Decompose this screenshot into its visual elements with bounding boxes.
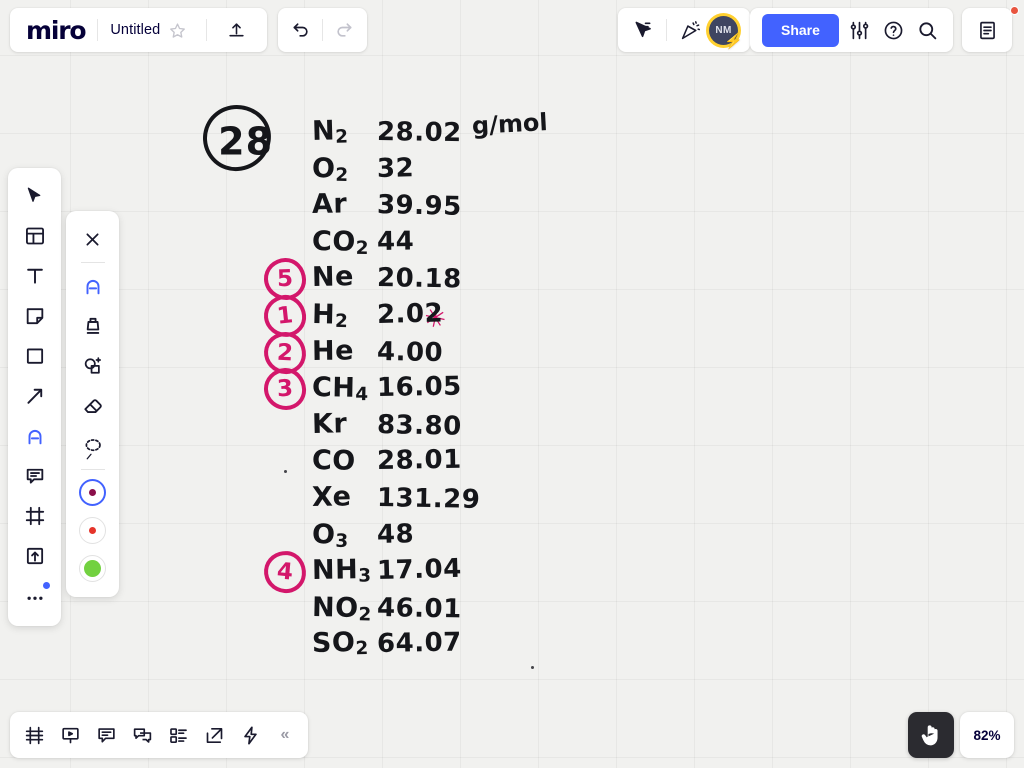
arrow-tool[interactable] [15, 376, 55, 416]
frame-tool[interactable] [15, 496, 55, 536]
color-red[interactable] [73, 511, 113, 549]
marker-stroke-tool[interactable] [73, 306, 113, 346]
divider [666, 19, 667, 41]
pen-toolbar [66, 211, 119, 597]
actions-group: Share [750, 8, 953, 52]
upload-tool[interactable] [15, 536, 55, 576]
miro-logo[interactable]: miro [26, 16, 87, 45]
undo-icon[interactable] [284, 13, 318, 47]
bottom-bar: « [10, 712, 308, 758]
pen-stroke-tool[interactable] [73, 266, 113, 306]
collaboration-group: NM ⚡ [618, 8, 750, 52]
shape-tool[interactable] [15, 336, 55, 376]
color-green[interactable] [73, 549, 113, 587]
star-icon[interactable] [160, 13, 194, 47]
party-popper-icon[interactable] [673, 13, 707, 47]
whiteboard-canvas[interactable] [0, 0, 1024, 768]
frames-panel-button[interactable] [16, 717, 52, 753]
close-icon[interactable] [73, 219, 113, 259]
document-title[interactable]: Untitled [110, 22, 160, 38]
redo-icon[interactable] [327, 13, 361, 47]
divider [322, 19, 323, 41]
notes-panel-icon[interactable] [970, 13, 1004, 47]
zoom-level-label[interactable]: 82% [960, 712, 1014, 758]
text-tool[interactable] [15, 256, 55, 296]
color-magenta[interactable] [73, 473, 113, 511]
sticky-tool[interactable] [15, 296, 55, 336]
zoom-controls: 82% [908, 712, 1014, 758]
swatch-ring [79, 516, 106, 544]
divider [80, 262, 105, 263]
search-icon[interactable] [911, 13, 945, 47]
help-circle-icon[interactable] [877, 13, 911, 47]
upload-icon[interactable] [219, 13, 253, 47]
avatar[interactable]: NM ⚡ [706, 12, 743, 49]
sliders-icon[interactable] [843, 13, 877, 47]
swatch-dot [89, 488, 96, 496]
export-button[interactable] [196, 717, 232, 753]
presentation-button[interactable] [52, 717, 88, 753]
cursor-pointer-icon[interactable] [626, 13, 660, 47]
smart-draw-tool[interactable] [73, 346, 113, 386]
templates-tool[interactable] [15, 216, 55, 256]
color-swatch-list [73, 473, 113, 587]
swatch-ring [79, 554, 106, 582]
miro-board-app: 28 g/mol ✳ N2 28.02 O2 32 Ar 39.95 CO2 44 Ne 20.1… [0, 0, 1024, 768]
divider [80, 469, 105, 470]
notes-group [962, 8, 1012, 52]
divider [97, 19, 99, 41]
pen-tool[interactable] [15, 416, 55, 456]
eraser-tool[interactable] [73, 386, 113, 426]
select-tool[interactable] [15, 176, 55, 216]
share-button[interactable]: Share [762, 13, 839, 47]
logo-title-group: miro Untitled [10, 8, 268, 52]
apps-button[interactable] [232, 717, 268, 753]
swatch-dot [89, 526, 96, 534]
comments-button[interactable] [88, 717, 124, 753]
more-tools[interactable] [15, 576, 55, 616]
comment-tool[interactable] [15, 456, 55, 496]
lightning-badge-icon: ⚡ [724, 32, 743, 50]
cards-button[interactable] [160, 717, 196, 753]
swatch-ring [79, 478, 106, 506]
chat-button[interactable] [124, 717, 160, 753]
lasso-select-tool[interactable] [73, 426, 113, 466]
swatch-dot [84, 559, 101, 577]
hand-tool-button[interactable] [908, 712, 954, 758]
main-toolbar [8, 168, 61, 626]
undo-redo-group [278, 8, 367, 52]
divider [206, 19, 208, 41]
more-tools-badge [42, 582, 50, 589]
collapse-bottom-bar-button[interactable]: « [268, 726, 302, 744]
